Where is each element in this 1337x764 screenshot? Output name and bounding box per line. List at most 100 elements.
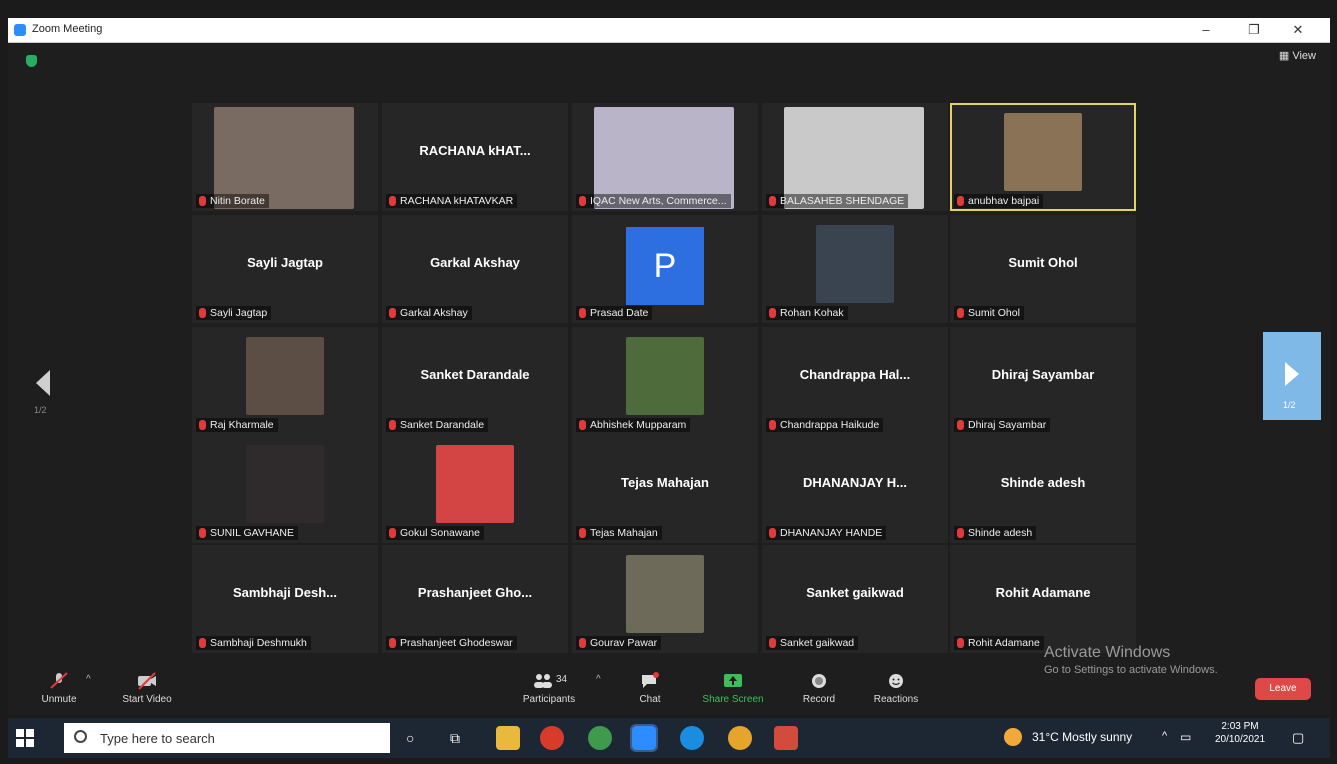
security-shield-icon[interactable]: [26, 55, 37, 67]
record-icon: [812, 674, 826, 688]
zoom-taskbar-icon[interactable]: [630, 724, 658, 752]
taskbar-search-box[interactable]: Type here to search: [64, 723, 390, 753]
task-view-icon[interactable]: ⧉: [450, 730, 460, 747]
chat-button[interactable]: Chat: [630, 672, 670, 705]
participant-tile[interactable]: IQAC New Arts, Commerce...: [572, 103, 758, 211]
participant-tile[interactable]: BALASAHEB SHENDAGE: [762, 103, 948, 211]
participant-name: Gourav Pawar: [590, 637, 658, 649]
participant-tile[interactable]: P Prasad Date: [572, 215, 758, 323]
participant-display-name: Sayli Jagtap: [247, 255, 323, 270]
participant-tile[interactable]: Sayli Jagtap Sayli Jagtap: [192, 215, 378, 323]
participant-tile[interactable]: Sumit Ohol Sumit Ohol: [950, 215, 1136, 323]
participant-name-label: Prashanjeet Ghodeswar: [386, 636, 517, 650]
muted-mic-icon: [769, 308, 776, 318]
muted-mic-icon: [579, 196, 586, 206]
participant-tile[interactable]: anubhav bajpai: [950, 103, 1136, 211]
muted-mic-icon: [957, 420, 964, 430]
participant-tile[interactable]: Gourav Pawar: [572, 545, 758, 653]
participant-name: Abhishek Mupparam: [590, 419, 687, 431]
participant-display-name: Sambhaji Desh...: [232, 585, 338, 600]
restore-button[interactable]: ❐: [1236, 20, 1272, 40]
participant-tile[interactable]: Shinde adesh Shinde adesh: [950, 435, 1136, 543]
unmute-button[interactable]: Unmute: [34, 672, 84, 705]
cortana-circle-icon[interactable]: ○: [406, 730, 414, 746]
participants-caret-icon[interactable]: ^: [596, 674, 601, 685]
participant-name-label: Tejas Mahajan: [576, 526, 662, 540]
participant-tile[interactable]: Gokul Sonawane: [382, 435, 568, 543]
participant-name: Raj Kharmale: [210, 419, 274, 431]
participant-tile[interactable]: Sanket gaikwad Sanket gaikwad: [762, 545, 948, 653]
participant-tile[interactable]: Dhiraj Sayambar Dhiraj Sayambar: [950, 327, 1136, 435]
watermark-subtitle: Go to Settings to activate Windows.: [1044, 664, 1218, 676]
participant-tile[interactable]: Sanket Darandale Sanket Darandale: [382, 327, 568, 435]
minimize-button[interactable]: –: [1188, 20, 1224, 40]
participant-tile[interactable]: Chandrappa Hal... Chandrappa Haikude: [762, 327, 948, 435]
chrome-profile-icon[interactable]: [728, 726, 752, 750]
record-button[interactable]: Record: [794, 672, 844, 705]
audio-options-caret-icon[interactable]: ^: [86, 674, 91, 685]
office-app-icon[interactable]: [774, 726, 798, 750]
participant-tile[interactable]: Garkal Akshay Garkal Akshay: [382, 215, 568, 323]
participant-tile[interactable]: Prashanjeet Gho... Prashanjeet Ghodeswar: [382, 545, 568, 653]
participant-name: Sayli Jagtap: [210, 307, 268, 319]
participant-display-name: Garkal Akshay: [430, 255, 520, 270]
muted-mic-icon: [957, 638, 964, 648]
participant-tile[interactable]: Raj Kharmale: [192, 327, 378, 435]
participant-name-label: Rohan Kohak: [766, 306, 848, 320]
participant-display-name: Shinde adesh: [1000, 475, 1086, 490]
opera-browser-icon[interactable]: [540, 726, 564, 750]
participant-photo: [1004, 113, 1082, 191]
muted-mic-icon: [769, 638, 776, 648]
participant-tile[interactable]: Rohit Adamane Rohit Adamane: [950, 545, 1136, 653]
participants-button[interactable]: 34 Participants: [514, 672, 584, 705]
next-arrow-icon: [1285, 362, 1299, 386]
leave-button[interactable]: Leave: [1255, 678, 1311, 700]
network-icon[interactable]: ▭: [1180, 730, 1191, 744]
participant-display-name: Tejas Mahajan: [621, 475, 709, 490]
muted-mic-icon: [199, 420, 206, 430]
participant-name: RACHANA kHATAVKAR: [400, 195, 514, 207]
participant-name-label: Rohit Adamane: [954, 636, 1044, 650]
participant-tile[interactable]: Rohan Kohak: [762, 215, 948, 323]
participant-tile[interactable]: DHANANJAY H... DHANANJAY HANDE: [762, 435, 948, 543]
clock[interactable]: 2:03 PM 20/10/2021: [1210, 721, 1270, 745]
participant-name: Chandrappa Haikude: [780, 419, 880, 431]
participant-tile[interactable]: Nitin Borate: [192, 103, 378, 211]
participant-name: Dhiraj Sayambar: [968, 419, 1047, 431]
meeting-toolbar: Unmute ^ Start Video 34 Participants ^ C…: [8, 644, 1330, 716]
previous-page-arrow-icon[interactable]: [36, 370, 50, 396]
participant-name: Garkal Akshay: [400, 307, 468, 319]
share-screen-button[interactable]: Share Screen: [696, 672, 770, 705]
muted-mic-icon: [199, 638, 206, 648]
participant-tile[interactable]: Sambhaji Desh... Sambhaji Deshmukh: [192, 545, 378, 653]
participant-name-label: Prasad Date: [576, 306, 653, 320]
muted-mic-icon: [199, 196, 206, 206]
participant-name: Rohan Kohak: [780, 307, 844, 319]
edge-browser-icon[interactable]: [680, 726, 704, 750]
windows-start-icon[interactable]: [16, 729, 34, 747]
muted-mic-icon: [579, 308, 586, 318]
participant-tile[interactable]: SUNIL GAVHANE: [192, 435, 378, 543]
participant-name-label: Shinde adesh: [954, 526, 1037, 540]
watermark-title: Activate Windows: [1044, 644, 1171, 661]
weather-text[interactable]: 31°C Mostly sunny: [1032, 730, 1132, 744]
participant-name: Nitin Borate: [210, 195, 265, 207]
muted-mic-icon: [389, 308, 396, 318]
chrome-browser-icon[interactable]: [588, 726, 612, 750]
weather-sun-icon[interactable]: [1004, 728, 1022, 746]
participant-tile[interactable]: RACHANA kHAT... RACHANA kHATAVKAR: [382, 103, 568, 211]
next-page-button[interactable]: 1/2: [1263, 332, 1321, 420]
reactions-button[interactable]: Reactions: [866, 672, 926, 705]
close-button[interactable]: ✕: [1280, 20, 1316, 40]
participant-tile[interactable]: Tejas Mahajan Tejas Mahajan: [572, 435, 758, 543]
participant-tile[interactable]: Abhishek Mupparam: [572, 327, 758, 435]
screen: Zoom Meeting – ❐ ✕ ▦ View Nitin Borate RA…: [0, 0, 1337, 764]
view-button[interactable]: ▦ View: [1279, 49, 1316, 62]
file-explorer-icon[interactable]: [496, 726, 520, 750]
notification-icon[interactable]: ▢: [1292, 730, 1304, 746]
start-video-button[interactable]: Start Video: [114, 672, 180, 705]
participant-name: SUNIL GAVHANE: [210, 527, 295, 539]
participant-name-label: Gourav Pawar: [576, 636, 662, 650]
participant-name-label: Sanket Darandale: [386, 418, 489, 432]
tray-overflow-chevron-icon[interactable]: ^: [1162, 730, 1167, 742]
